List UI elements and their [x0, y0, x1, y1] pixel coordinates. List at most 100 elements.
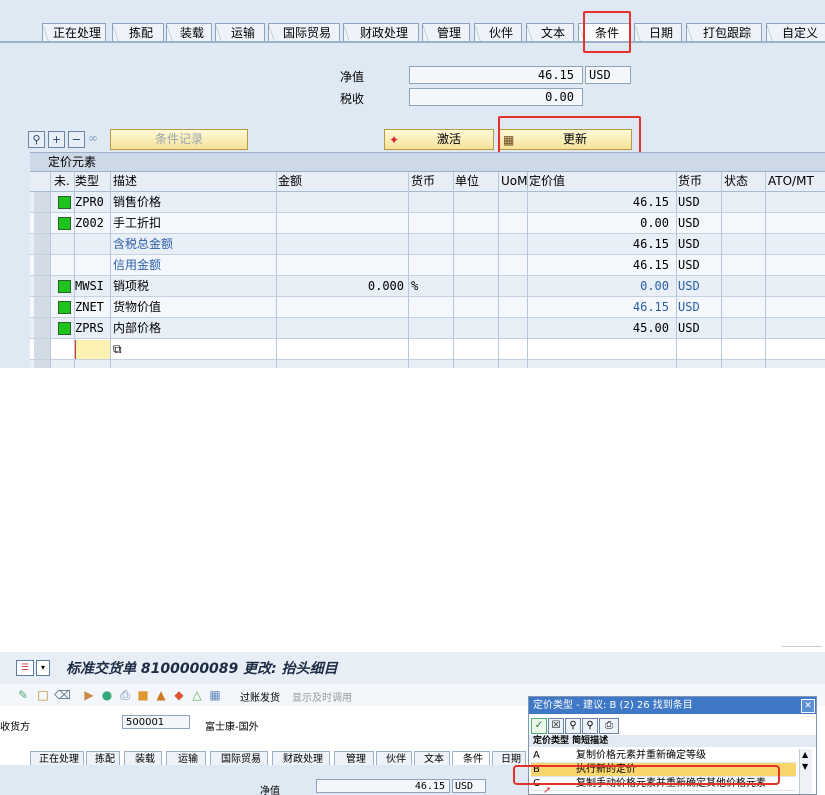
row-selector[interactable] [34, 213, 51, 233]
tab-partners[interactable]: 伙伴 [474, 23, 522, 43]
tab-picking[interactable]: 拣配 [112, 23, 164, 43]
delete-row-icon[interactable]: − [68, 131, 85, 148]
condition-description: 销售价格 [113, 195, 162, 209]
col-unit[interactable]: 单位 [455, 172, 479, 191]
post-goods-issue-button[interactable]: 过账发货 [240, 689, 280, 704]
annotation-mark: ➚ [543, 785, 552, 795]
bottom-tab-conditions[interactable]: 条件 [452, 751, 490, 766]
col-uom[interactable]: UoM [501, 172, 527, 191]
type-input[interactable] [74, 340, 110, 359]
tab-packing[interactable]: 打包跟踪 [686, 23, 762, 43]
route-icon[interactable]: △ [190, 688, 204, 702]
status-green-icon [58, 196, 71, 209]
batch-icon[interactable]: ◆ [172, 688, 186, 702]
col-ato-mto[interactable]: ATO/MT [768, 172, 814, 191]
partner-icon[interactable]: ● [100, 688, 114, 702]
create-icon[interactable]: □ [36, 688, 50, 702]
bottom-tab-transport[interactable]: 运输 [166, 751, 206, 766]
cancel-icon[interactable]: ☒ [548, 718, 564, 734]
bottom-tab-admin[interactable]: 管理 [334, 751, 374, 766]
delete-icon[interactable]: ⌫ [54, 688, 71, 702]
tab-administration[interactable]: 管理 [422, 23, 470, 43]
ship-to-label: 收货方 [0, 722, 30, 733]
bottom-tab-loading[interactable]: 装载 [124, 751, 162, 766]
tab-custom[interactable]: 自定义 [766, 23, 825, 43]
condition-type: ZPR0 [75, 195, 104, 209]
table-row[interactable]: ⧉ [30, 339, 825, 360]
table-row[interactable] [30, 360, 825, 368]
delivery-screen-thumbnail: ☰ ▾ 标准交货单 8100000089 更改: 抬头细目 ✎ □ ⌫ ▶ ● … [0, 644, 825, 795]
tab-foreign-trade[interactable]: 国际贸易 [268, 23, 340, 43]
col-description[interactable]: 描述 [113, 172, 137, 191]
col-amount[interactable]: 金额 [278, 172, 302, 191]
activate-label: 激活 [436, 132, 461, 146]
menu-icon[interactable]: ☰ [16, 660, 34, 676]
col-inactive[interactable]: 未. [54, 172, 70, 191]
col-type[interactable]: 类型 [75, 172, 99, 191]
packing-icon[interactable]: ▲ [154, 688, 168, 702]
bottom-tab-partners[interactable]: 伙伴 [376, 751, 412, 766]
row-selector[interactable] [34, 192, 51, 212]
find-icon[interactable]: ⚲ [565, 718, 581, 734]
col-condition-value[interactable]: 定价值 [529, 172, 565, 191]
bottom-tab-picking[interactable]: 拣配 [86, 751, 120, 766]
scroll-down-icon[interactable]: ▼ [802, 762, 808, 771]
detail-icon[interactable]: ⚲ [28, 131, 45, 148]
table-row[interactable]: ZPR0 销售价格 46.15 USD [30, 192, 825, 213]
condition-currency: USD [678, 216, 700, 230]
row-selector[interactable] [34, 255, 51, 275]
analysis-icon[interactable]: ∞ [88, 131, 98, 145]
condition-amount [278, 297, 404, 317]
condition-record-button[interactable]: 条件记录 [110, 129, 248, 150]
table-row[interactable]: 含税总金额 46.15 USD [30, 234, 825, 255]
col-currency-2[interactable]: 货币 [678, 172, 702, 191]
grid-icon[interactable]: ▦ [208, 688, 222, 702]
table-row[interactable]: Z002 手工折扣 0.00 USD [30, 213, 825, 234]
display-call-button[interactable]: 显示及时调用 [292, 689, 352, 704]
activate-button[interactable]: ✦ 激活 [384, 129, 494, 150]
tab-financial[interactable]: 财政处理 [343, 23, 419, 43]
tab-underline [0, 41, 825, 43]
condition-value: 46.15 [632, 195, 669, 209]
print-list-icon[interactable]: ⎙ [599, 718, 619, 734]
col-currency[interactable]: 货币 [411, 172, 435, 191]
popup-scrollbar[interactable]: ▲ ▼ [799, 749, 812, 794]
menu-dropdown-icon[interactable]: ▾ [36, 660, 50, 676]
ship-to-field[interactable]: 500001 [122, 715, 190, 729]
document-flow-icon[interactable]: ▶ [82, 688, 96, 702]
table-row[interactable]: ZNET 货物价值 46.15 USD [30, 297, 825, 318]
row-selector[interactable] [34, 360, 51, 368]
tab-processing[interactable]: 正在处理 [42, 23, 106, 43]
row-selector[interactable] [34, 234, 51, 254]
close-icon[interactable]: ✕ [801, 699, 815, 713]
tab-transport[interactable]: 运输 [215, 23, 265, 43]
condition-description: 信用金额 [113, 258, 162, 272]
find-next-icon[interactable]: ⚲ [582, 718, 598, 734]
bottom-tab-financial[interactable]: 财政处理 [272, 751, 330, 766]
edit-icon[interactable]: ✎ [16, 688, 30, 702]
value-help-icon[interactable]: ⧉ [113, 339, 122, 359]
table-row[interactable]: MWSI 销项税 0.000% 0.00 USD [30, 276, 825, 297]
table-row[interactable]: 信用金额 46.15 USD [30, 255, 825, 276]
bottom-tab-texts[interactable]: 文本 [414, 751, 450, 766]
condition-currency: USD [678, 237, 700, 251]
table-row[interactable]: ZPRS 内部价格 45.00 USD [30, 318, 825, 339]
print-icon[interactable]: ⎙ [118, 688, 132, 702]
scroll-up-icon[interactable]: ▲ [802, 750, 808, 759]
tab-dates[interactable]: 日期 [634, 23, 682, 43]
bottom-tab-processing[interactable]: 正在处理 [30, 751, 84, 766]
insert-row-icon[interactable]: + [48, 131, 65, 148]
condition-value: 45.00 [632, 321, 669, 335]
row-selector[interactable] [34, 276, 51, 296]
row-selector[interactable] [34, 297, 51, 317]
bottom-tab-dates[interactable]: 日期 [492, 751, 526, 766]
goods-icon[interactable]: ■ [136, 688, 150, 702]
bottom-tab-foreign-trade[interactable]: 国际贸易 [210, 751, 268, 766]
row-selector[interactable] [34, 318, 51, 338]
tab-texts[interactable]: 文本 [526, 23, 574, 43]
tab-loading[interactable]: 装载 [166, 23, 212, 43]
row-selector[interactable] [34, 339, 51, 359]
col-status[interactable]: 状态 [724, 172, 748, 191]
popup-list-item[interactable]: A 复制价格元素并重新确定等级 [531, 749, 796, 763]
confirm-icon[interactable]: ✓ [531, 718, 547, 734]
